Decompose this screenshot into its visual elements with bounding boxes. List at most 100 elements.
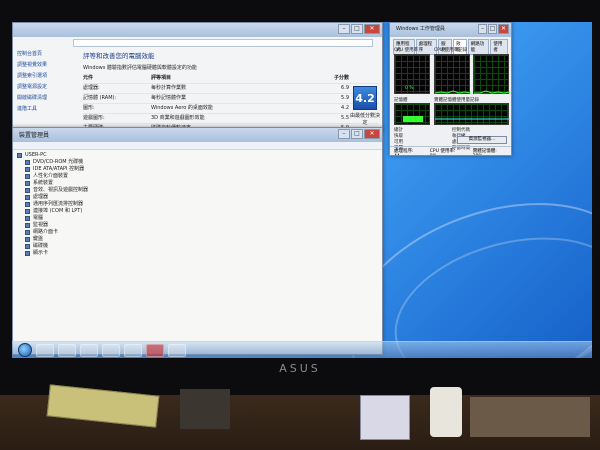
status-item: 處理程序: 44: [394, 149, 414, 155]
component-score: 5.5: [341, 115, 349, 121]
component-name: 處理器:: [83, 85, 100, 91]
device-category[interactable]: 連接埠 (COM 和 LPT): [25, 208, 88, 215]
tree-root[interactable]: USER-PC: [17, 152, 88, 159]
device-category[interactable]: 鍵盤: [25, 236, 88, 243]
component-desc: 每秒記憶體作業: [151, 95, 187, 101]
breadcrumb-bar[interactable]: [73, 39, 373, 47]
close-button[interactable]: ✕: [498, 24, 509, 34]
device-category[interactable]: 網路介面卡: [25, 229, 88, 236]
paper-sheets: [360, 395, 410, 440]
maximize-button[interactable]: □: [488, 24, 497, 34]
component-score: 6.9: [341, 85, 349, 91]
device-tree: USER-PC DVD/CD-ROM 光碟機 IDE ATA/ATAPI 控制器人…: [17, 152, 88, 257]
minimize-button[interactable]: –: [478, 24, 487, 34]
media-player-taskbar-icon[interactable]: [80, 343, 98, 357]
device-icon: [25, 237, 30, 242]
maximize-button[interactable]: □: [351, 24, 363, 34]
monitor-stand: [180, 389, 230, 429]
rating-row: 圖形: Windows Aero 的桌面效能 4.2: [83, 104, 379, 114]
component-desc: Windows Aero 的桌面效能: [151, 105, 213, 111]
base-score-caption: 由最低分數決定: [349, 113, 380, 126]
ie-taskbar-icon[interactable]: [36, 343, 54, 357]
resource-monitor-button[interactable]: 資源監視器...: [457, 136, 507, 144]
device-category[interactable]: 人性化介面裝置: [25, 173, 88, 180]
start-button[interactable]: [18, 343, 32, 357]
device-category-label: 處理器: [33, 194, 49, 200]
device-category[interactable]: 處理器: [25, 194, 88, 201]
task-manager-statusbar: 處理程序: 44 CPU 使用率: 0% 實體記憶體: 29%: [390, 146, 511, 155]
tab-5[interactable]: 使用者: [490, 39, 509, 55]
device-category-label: 系統裝置: [33, 180, 54, 186]
folder-taskbar-icon[interactable]: [102, 343, 120, 357]
sidebar-link[interactable]: 調整索引選項: [17, 73, 75, 80]
base-score-badge: 4.2: [353, 86, 377, 110]
sidebar-link[interactable]: 調整電源設定: [17, 84, 75, 91]
perf-titlebar[interactable]: – □ ✕: [13, 23, 382, 37]
component-score: 5.9: [341, 95, 349, 101]
memory-gauge: [394, 103, 430, 125]
device-icon: [25, 209, 30, 214]
close-button[interactable]: ✕: [364, 129, 380, 139]
col-subscore: 子分數: [333, 75, 349, 81]
app-taskbar-icon[interactable]: [146, 343, 164, 357]
sidebar-link[interactable]: 開啟磁碟清理: [17, 95, 75, 102]
taskmgr-titlebar[interactable]: Windows 工作管理員 – □ ✕: [390, 23, 511, 37]
perf-sidebar: 控制台首頁調整視覺效果 調整索引選項 調整電源設定 開啟磁碟清理 進階工具: [17, 51, 75, 131]
component-name: 遊戲圖形:: [83, 115, 105, 121]
app-taskbar-icon[interactable]: [124, 343, 142, 357]
device-icon: [25, 230, 30, 235]
device-category-label: IDE ATA/ATAPI 控制器: [33, 166, 85, 172]
close-button[interactable]: ✕: [364, 24, 380, 34]
cpu-history-graph-2: [473, 54, 510, 94]
device-category[interactable]: IDE ATA/ATAPI 控制器: [25, 166, 88, 173]
device-icon: [25, 188, 30, 193]
page-subtitle: Windows 體驗指數評估電腦硬體與軟體設定的功能: [83, 65, 197, 71]
tab-4[interactable]: 網路功能: [467, 39, 490, 55]
device-icon: [25, 195, 30, 200]
devmgr-titlebar[interactable]: 裝置管理員 – □ ✕: [13, 128, 382, 142]
memory-history-graph: [434, 103, 510, 125]
component-score: 4.2: [341, 105, 349, 111]
device-category-label: 監視器: [33, 222, 49, 228]
device-category[interactable]: 監視器: [25, 222, 88, 229]
explorer-taskbar-icon[interactable]: [58, 343, 76, 357]
tree-root-label: USER-PC: [25, 152, 47, 158]
device-category[interactable]: 顯示卡: [25, 250, 88, 257]
monitor-brand-logo: ASUS: [279, 362, 321, 375]
devmgr-toolbar: [13, 142, 382, 150]
sidebar-link[interactable]: 調整視覺效果: [17, 62, 75, 69]
computer-icon: [17, 153, 22, 158]
desk-clutter: [470, 397, 590, 437]
device-icon: [25, 160, 30, 165]
rating-row: 記憶體 (RAM): 每秒記憶體作業 5.9: [83, 94, 379, 104]
device-category[interactable]: DVD/CD-ROM 光碟機: [25, 159, 88, 166]
component-desc: 3D 商業和遊戲圖形效能: [151, 115, 205, 121]
desktop: – □ ✕ 控制台首頁 調整視覺效果 調整索引選項 調整電源設定 開啟磁碟清理 進階工具 評等…: [12, 22, 592, 358]
device-category[interactable]: 電腦: [25, 215, 88, 222]
component-desc: 每秒計算作業數: [151, 85, 187, 91]
minimize-button[interactable]: –: [338, 129, 350, 139]
col-rating: 評等項目: [151, 75, 172, 81]
device-category[interactable]: 磁碟機: [25, 243, 88, 250]
device-category[interactable]: 通用序列匯流排控制器: [25, 201, 88, 208]
minimize-button[interactable]: –: [338, 24, 350, 34]
device-category-label: 連接埠 (COM 和 LPT): [33, 208, 83, 214]
device-category-label: 磁碟機: [33, 243, 49, 249]
sidebar-link[interactable]: 進階工具: [17, 106, 75, 113]
device-category-label: 網路介面卡: [33, 229, 59, 235]
device-category-label: 通用序列匯流排控制器: [33, 201, 84, 207]
device-category[interactable]: 系統裝置: [25, 180, 88, 187]
taskmgr-taskbar-icon[interactable]: [168, 343, 186, 357]
page-title: 評等和改善您的電腦效能: [83, 52, 155, 60]
component-name: 記憶體 (RAM):: [83, 95, 117, 101]
taskbar: [12, 341, 592, 358]
device-icon: [25, 223, 30, 228]
sidebar-link[interactable]: 控制台首頁: [17, 51, 75, 58]
device-category[interactable]: 音效、視訊及遊戲控制器: [25, 187, 88, 194]
cpu-value: 0 %: [405, 86, 414, 91]
cpu-history-graph-1: [434, 54, 471, 94]
taskmgr-title: Windows 工作管理員: [396, 26, 445, 32]
power-adapter: [430, 387, 462, 437]
cpu-label: CPU 使用率: [394, 48, 419, 53]
maximize-button[interactable]: □: [351, 129, 363, 139]
